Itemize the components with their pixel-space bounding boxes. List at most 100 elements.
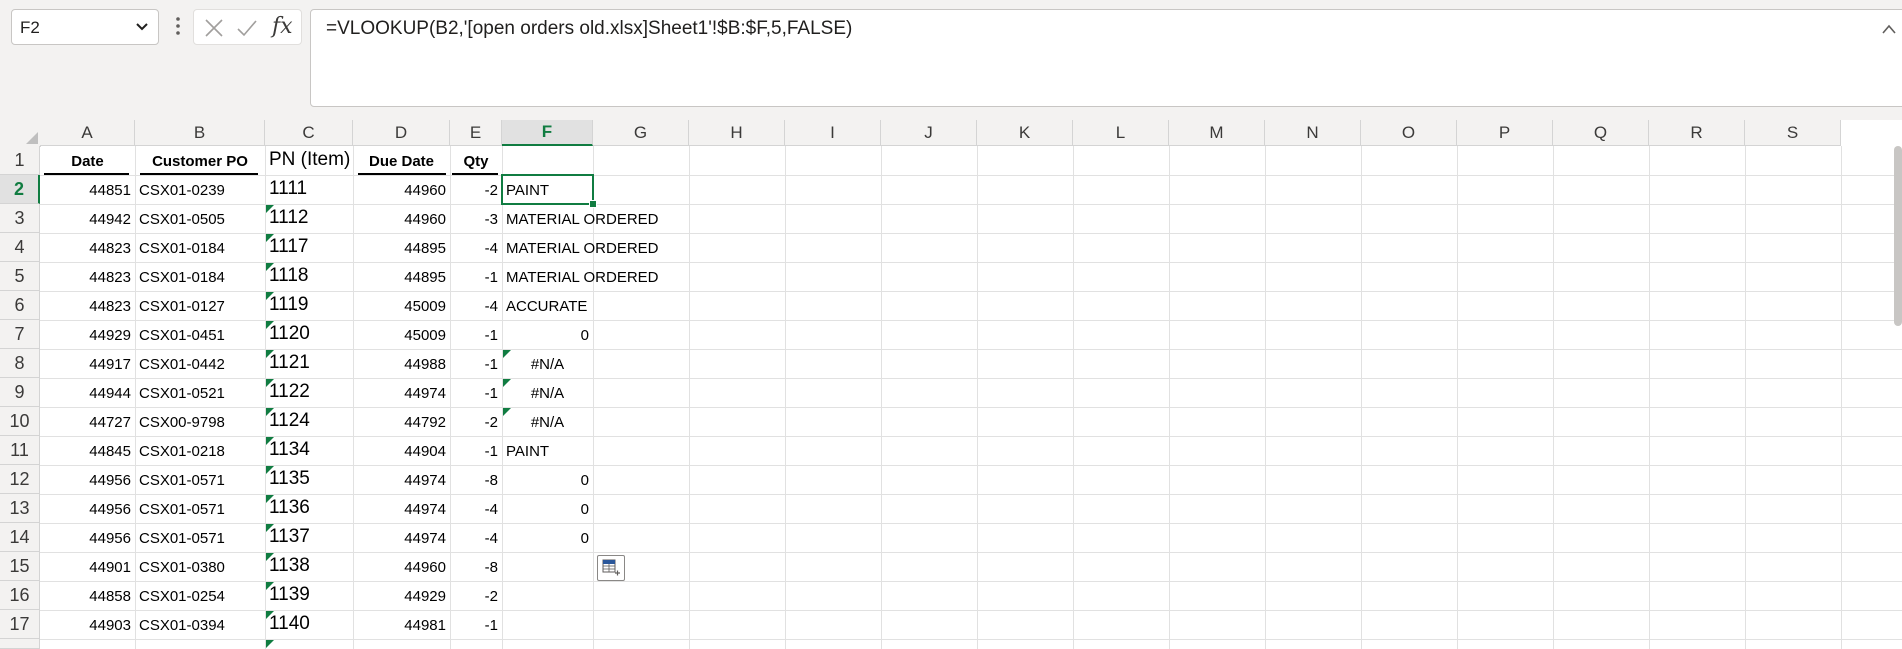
quick-analysis-button[interactable] — [597, 555, 625, 581]
cell-date[interactable]: 44823 — [40, 233, 135, 261]
cell-due-date[interactable]: 44960 — [353, 175, 450, 203]
cell-lookup-result[interactable]: 0 — [502, 494, 593, 522]
cell-qty[interactable]: -4 — [450, 494, 502, 522]
row-header-1[interactable]: 1 — [0, 146, 40, 175]
cell-pn-item[interactable]: 1118 — [265, 262, 353, 290]
cell-qty[interactable]: -1 — [450, 262, 502, 290]
column-header-n[interactable]: N — [1265, 120, 1361, 146]
cell-lookup-result[interactable] — [502, 581, 593, 609]
column-header-b[interactable]: B — [135, 120, 265, 146]
cell-qty[interactable]: -2 — [450, 581, 502, 609]
cell-pn-item[interactable]: 1137 — [265, 523, 353, 551]
cell-pn-item[interactable]: 1119 — [265, 291, 353, 319]
chevron-up-icon[interactable] — [1881, 23, 1897, 35]
cell-due-date[interactable]: 44895 — [353, 262, 450, 290]
row-header-16[interactable]: 16 — [0, 581, 40, 610]
checkmark-icon[interactable] — [236, 18, 258, 38]
cell-customer-po[interactable]: CSX01-0571 — [135, 465, 265, 493]
cell-customer-po[interactable]: CSX01-0239 — [135, 175, 265, 203]
row-header-10[interactable]: 10 — [0, 407, 40, 436]
cell-lookup-result[interactable]: 0 — [502, 523, 593, 551]
cell-lookup-result[interactable]: MATERIAL ORDERED — [502, 262, 659, 290]
column-header-s[interactable]: S — [1745, 120, 1841, 146]
row-header-11[interactable]: 11 — [0, 436, 40, 465]
column-header-g[interactable]: G — [593, 120, 689, 146]
column-header-l[interactable]: L — [1073, 120, 1169, 146]
cell-date[interactable]: 44956 — [40, 465, 135, 493]
cell-pn-item[interactable]: 1134 — [265, 436, 353, 464]
cell-lookup-result[interactable] — [502, 552, 593, 580]
cell-date[interactable]: 44823 — [40, 262, 135, 290]
cell-customer-po[interactable]: CSX01-0505 — [135, 204, 265, 232]
cell-date[interactable]: 44944 — [40, 378, 135, 406]
cell-date[interactable]: 44956 — [40, 494, 135, 522]
row-header-3[interactable]: 3 — [0, 204, 40, 233]
cell-date[interactable]: 44901 — [40, 552, 135, 580]
cell-pn-item[interactable]: 1140 — [265, 610, 353, 638]
column-header-p[interactable]: P — [1457, 120, 1553, 146]
cell-date[interactable]: 44851 — [40, 175, 135, 203]
column-header-o[interactable]: O — [1361, 120, 1457, 146]
cell-due-date[interactable]: 44895 — [353, 233, 450, 261]
row-header-6[interactable]: 6 — [0, 291, 40, 320]
cell-customer-po[interactable]: CSX01-0254 — [135, 581, 265, 609]
cell-lookup-result[interactable]: 0 — [502, 465, 593, 493]
cell-qty[interactable]: -1 — [450, 349, 502, 377]
select-all-button[interactable] — [0, 120, 41, 147]
column-header-d[interactable]: D — [353, 120, 450, 146]
cell-due-date[interactable]: 45009 — [353, 291, 450, 319]
cell-date[interactable]: 44956 — [40, 523, 135, 551]
cell-qty[interactable]: -1 — [450, 610, 502, 638]
column-header-m[interactable]: M — [1169, 120, 1265, 146]
cell-lookup-result[interactable]: 0 — [502, 320, 593, 348]
row-header-17[interactable]: 17 — [0, 610, 40, 639]
column-header-r[interactable]: R — [1649, 120, 1745, 146]
spreadsheet-grid[interactable]: ABCDEFGHIJKLMNOPQRS 1 2 3 4 5 6 7 8 9 10 11 12 13 14 1… — [0, 120, 1902, 649]
cell-due-date[interactable]: 44960 — [353, 204, 450, 232]
row-header-14[interactable]: 14 — [0, 523, 40, 552]
cell-due-date[interactable]: 44974 — [353, 378, 450, 406]
cell-pn-item[interactable]: 1139 — [265, 581, 353, 609]
column-header-k[interactable]: K — [977, 120, 1073, 146]
cell-lookup-result[interactable]: #N/A — [502, 407, 593, 435]
column-header-q[interactable]: Q — [1553, 120, 1649, 146]
cell-lookup-result[interactable]: #N/A — [502, 378, 593, 406]
cell-qty[interactable]: -4 — [450, 523, 502, 551]
cell-due-date[interactable]: 44974 — [353, 494, 450, 522]
column-header-i[interactable]: I — [785, 120, 881, 146]
cell-lookup-result[interactable]: MATERIAL ORDERED — [502, 204, 659, 232]
row-header-15[interactable]: 15 — [0, 552, 40, 581]
row-header-4[interactable]: 4 — [0, 233, 40, 262]
header-pn-item[interactable]: PN (Item) — [265, 146, 353, 174]
row-header-8[interactable]: 8 — [0, 349, 40, 378]
column-header-h[interactable]: H — [689, 120, 785, 146]
cell-customer-po[interactable]: CSX01-0394 — [135, 610, 265, 638]
cell-lookup-result[interactable]: MATERIAL ORDERED — [502, 233, 659, 261]
cell-qty[interactable]: -1 — [450, 378, 502, 406]
cell-due-date[interactable]: 45009 — [353, 320, 450, 348]
chevron-down-icon[interactable] — [134, 18, 150, 34]
cell-date[interactable]: 44845 — [40, 436, 135, 464]
cell-pn-item[interactable]: 1111 — [265, 175, 353, 203]
cell-pn-item[interactable]: 1122 — [265, 378, 353, 406]
row-header-9[interactable]: 9 — [0, 378, 40, 407]
cell-customer-po[interactable]: CSX01-0184 — [135, 262, 265, 290]
more-options-icon[interactable] — [174, 14, 182, 38]
cell-pn-item[interactable]: 1138 — [265, 552, 353, 580]
cell-pn-item[interactable]: 1117 — [265, 233, 353, 261]
header-customer-po[interactable]: Customer PO — [135, 146, 265, 174]
cell-customer-po[interactable]: CSX01-0451 — [135, 320, 265, 348]
vertical-scrollbar[interactable] — [1894, 146, 1902, 326]
header-date[interactable]: Date — [40, 146, 135, 174]
row-header-13[interactable]: 13 — [0, 494, 40, 523]
cell-pn-item[interactable]: 1124 — [265, 407, 353, 435]
cell-date[interactable]: 44727 — [40, 407, 135, 435]
row-header-7[interactable]: 7 — [0, 320, 40, 349]
column-header-c[interactable]: C — [265, 120, 353, 146]
cell-customer-po[interactable]: CSX00-9798 — [135, 407, 265, 435]
cell-qty[interactable]: -2 — [450, 175, 502, 203]
cell-pn-item[interactable]: 1120 — [265, 320, 353, 348]
row-header-12[interactable]: 12 — [0, 465, 40, 494]
cell-date[interactable]: 44942 — [40, 204, 135, 232]
cell-due-date[interactable]: 44981 — [353, 610, 450, 638]
